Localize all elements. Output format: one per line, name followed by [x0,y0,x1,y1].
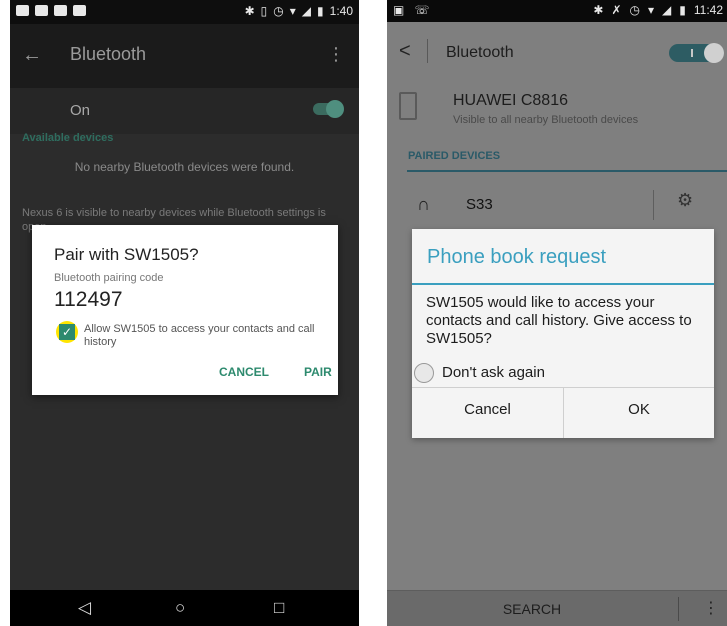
notification-icon [73,5,86,16]
page-title: Bluetooth [70,44,147,64]
divider [653,190,654,220]
status-bar: ▣ ☏ ✱ ✗ ◷ ▾ ◢ ▮ 11:42 [387,0,727,22]
dialog-title: Pair with SW1505? [54,245,199,264]
switch-knob [326,100,344,118]
app-toolbar: ← Bluetooth ⋮ [10,24,359,88]
pairing-code: 112497 [54,288,123,311]
page-title: Bluetooth [446,44,514,61]
wifi-icon: ▾ [647,3,655,17]
bluetooth-toggle-row[interactable]: On [10,88,359,134]
back-arrow-icon[interactable]: ← [22,44,42,67]
toggle-label: On [70,102,91,119]
contacts-access-checkbox[interactable]: ✓ [56,321,78,343]
bluetooth-switch[interactable] [669,43,724,63]
left-phone-screen: ✱ ▯ ◷ ▾ ◢ ▮ 1:40 ← Bluetooth ⋮ On Availa… [10,0,359,626]
headphones-icon: ∩ [417,194,430,214]
divider [427,39,428,63]
search-button[interactable]: SEARCH [387,601,677,617]
no-devices-message: No nearby Bluetooth devices were found. [74,160,295,174]
signal-icon: ◢ [301,4,312,18]
pair-dialog: Pair with SW1505? Bluetooth pairing code… [32,225,338,395]
right-phone-screen: ▣ ☏ ✱ ✗ ◷ ▾ ◢ ▮ 11:42 < Bluetooth HUAWEI… [387,0,727,626]
contacts-access-label: Allow SW1505 to access your contacts and… [84,323,315,348]
switch-knob [704,43,724,63]
gallery-notification-icon: ▣ [393,3,405,17]
battery-icon: ▮ [679,3,686,17]
switch-on-mark [691,49,693,57]
status-time: 11:42 [693,3,723,17]
mute-icon: ✗ [611,3,622,17]
nav-back-icon[interactable]: ◁ [78,598,91,618]
available-devices-header: Available devices [22,132,114,144]
notification-icon [35,5,48,16]
overflow-menu-icon[interactable]: ⋮ [327,44,345,65]
navigation-bar: ◁ ○ □ [10,590,359,626]
notification-icons: ▣ ☏ [393,3,429,17]
back-icon[interactable]: < [399,40,411,63]
notification-icons [16,5,86,16]
call-notification-icon: ☏ [414,3,430,17]
gear-icon[interactable]: ⚙ [677,190,693,211]
battery-icon: ▮ [317,4,324,18]
paired-device-name: S33 [466,196,493,213]
phone-icon [399,92,417,120]
cancel-button[interactable]: Cancel [412,401,563,418]
bluetooth-icon: ✱ [244,4,255,18]
device-visibility: Visible to all nearby Bluetooth devices [453,114,639,126]
app-header: < Bluetooth [387,34,727,70]
paired-device-row[interactable]: ∩ S33 ⚙ [417,190,727,226]
device-name: HUAWEI C8816 [453,92,568,109]
paired-devices-header: PAIRED DEVICES [408,150,501,162]
dialog-title: Phone book request [427,246,607,268]
notification-icon [54,5,67,16]
status-icons: ✱ ✗ ◷ ▾ ◢ ▮ 11:42 [593,3,723,17]
ok-button[interactable]: OK [564,401,714,418]
dont-ask-again-radio[interactable] [414,363,434,383]
gallery-notification-icon [16,5,29,16]
section-divider [407,170,727,172]
bluetooth-icon: ✱ [593,3,604,17]
vibrate-icon: ▯ [260,4,268,18]
bottom-action-bar: SEARCH ⋮ [387,590,727,626]
pairing-code-label: Bluetooth pairing code [54,272,164,284]
this-device-row[interactable]: HUAWEI C8816 Visible to all nearby Bluet… [399,86,727,134]
nav-home-icon[interactable]: ○ [175,598,185,618]
dialog-message: SW1505 would like to access your contact… [426,294,692,347]
bluetooth-switch[interactable] [313,100,344,118]
divider [678,597,679,621]
overflow-menu-icon[interactable]: ⋮ [703,598,719,618]
status-icons: ✱ ▯ ◷ ▾ ◢ ▮ 1:40 [245,4,353,18]
signal-icon: ◢ [662,3,672,17]
pair-button[interactable]: PAIR [304,365,332,379]
status-bar: ✱ ▯ ◷ ▾ ◢ ▮ 1:40 [10,0,359,24]
status-time: 1:40 [329,4,353,18]
dialog-title-divider [412,283,714,285]
alarm-icon: ◷ [629,3,640,17]
wifi-icon: ▾ [289,4,296,18]
nav-recents-icon[interactable]: □ [274,598,284,618]
dont-ask-again-label: Don't ask again [442,364,545,381]
checkmark-icon: ✓ [59,324,75,340]
alarm-icon: ◷ [273,4,284,18]
cancel-button[interactable]: CANCEL [219,365,269,379]
phone-book-request-dialog: Phone book request SW1505 would like to … [412,229,714,438]
